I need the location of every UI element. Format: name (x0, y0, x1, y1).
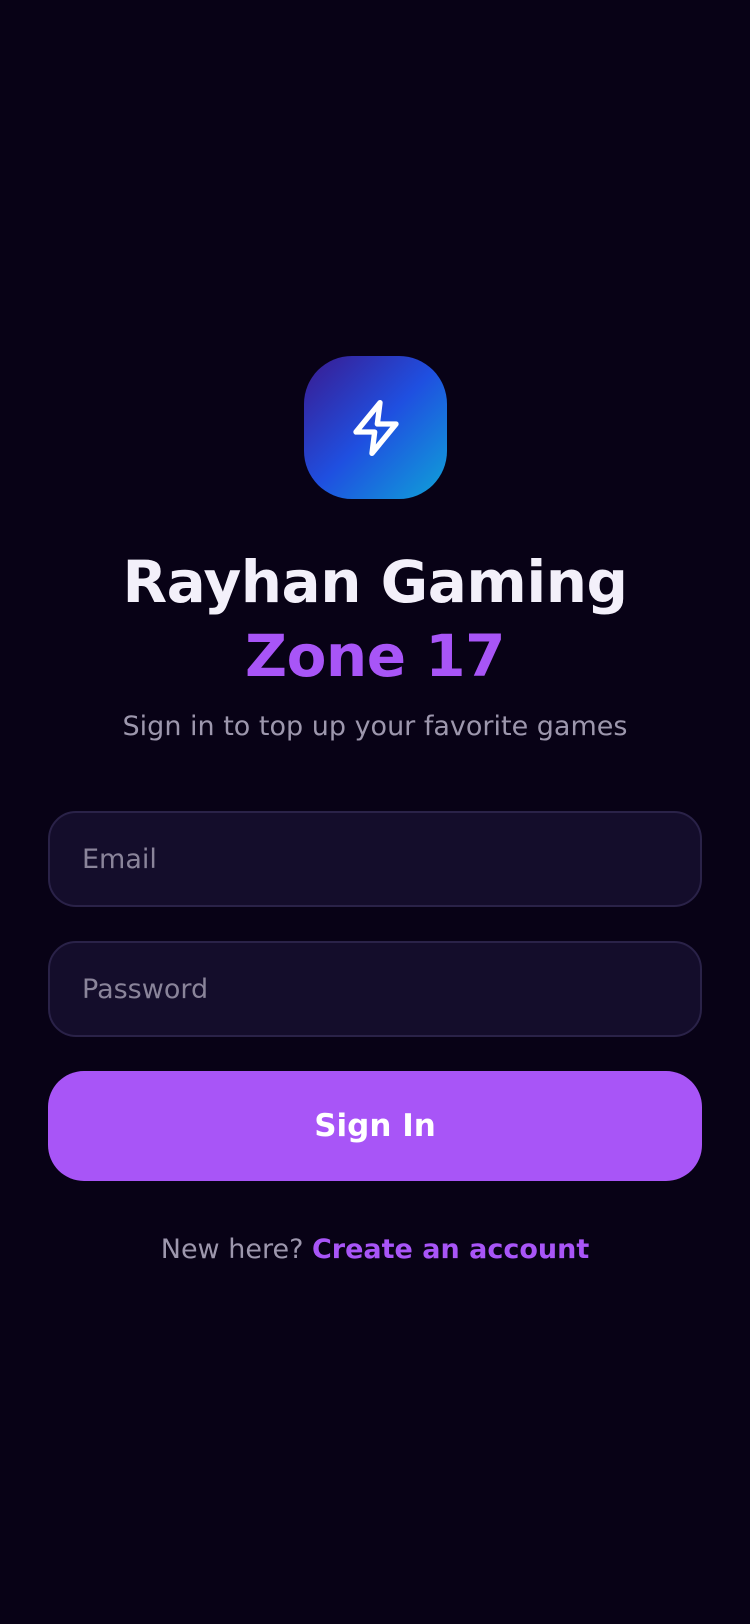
app-logo (304, 356, 447, 499)
email-field[interactable] (48, 811, 702, 907)
title-accent: Zone 17 (245, 622, 505, 690)
login-screen: Rayhan Gaming Zone 17 Sign in to top up … (0, 0, 750, 1624)
page-subtitle: Sign in to top up your favorite games (122, 711, 628, 742)
password-field[interactable] (48, 941, 702, 1037)
page-title: Rayhan Gaming Zone 17 (40, 545, 710, 693)
lightning-bolt-icon (352, 399, 399, 456)
signup-prompt-text: New here? (160, 1234, 312, 1265)
signup-prompt: New here? Create an account (40, 1230, 710, 1270)
title-main: Rayhan Gaming (122, 548, 628, 616)
sign-in-button[interactable]: Sign In (48, 1071, 702, 1181)
create-account-link[interactable]: Create an account (312, 1234, 589, 1265)
